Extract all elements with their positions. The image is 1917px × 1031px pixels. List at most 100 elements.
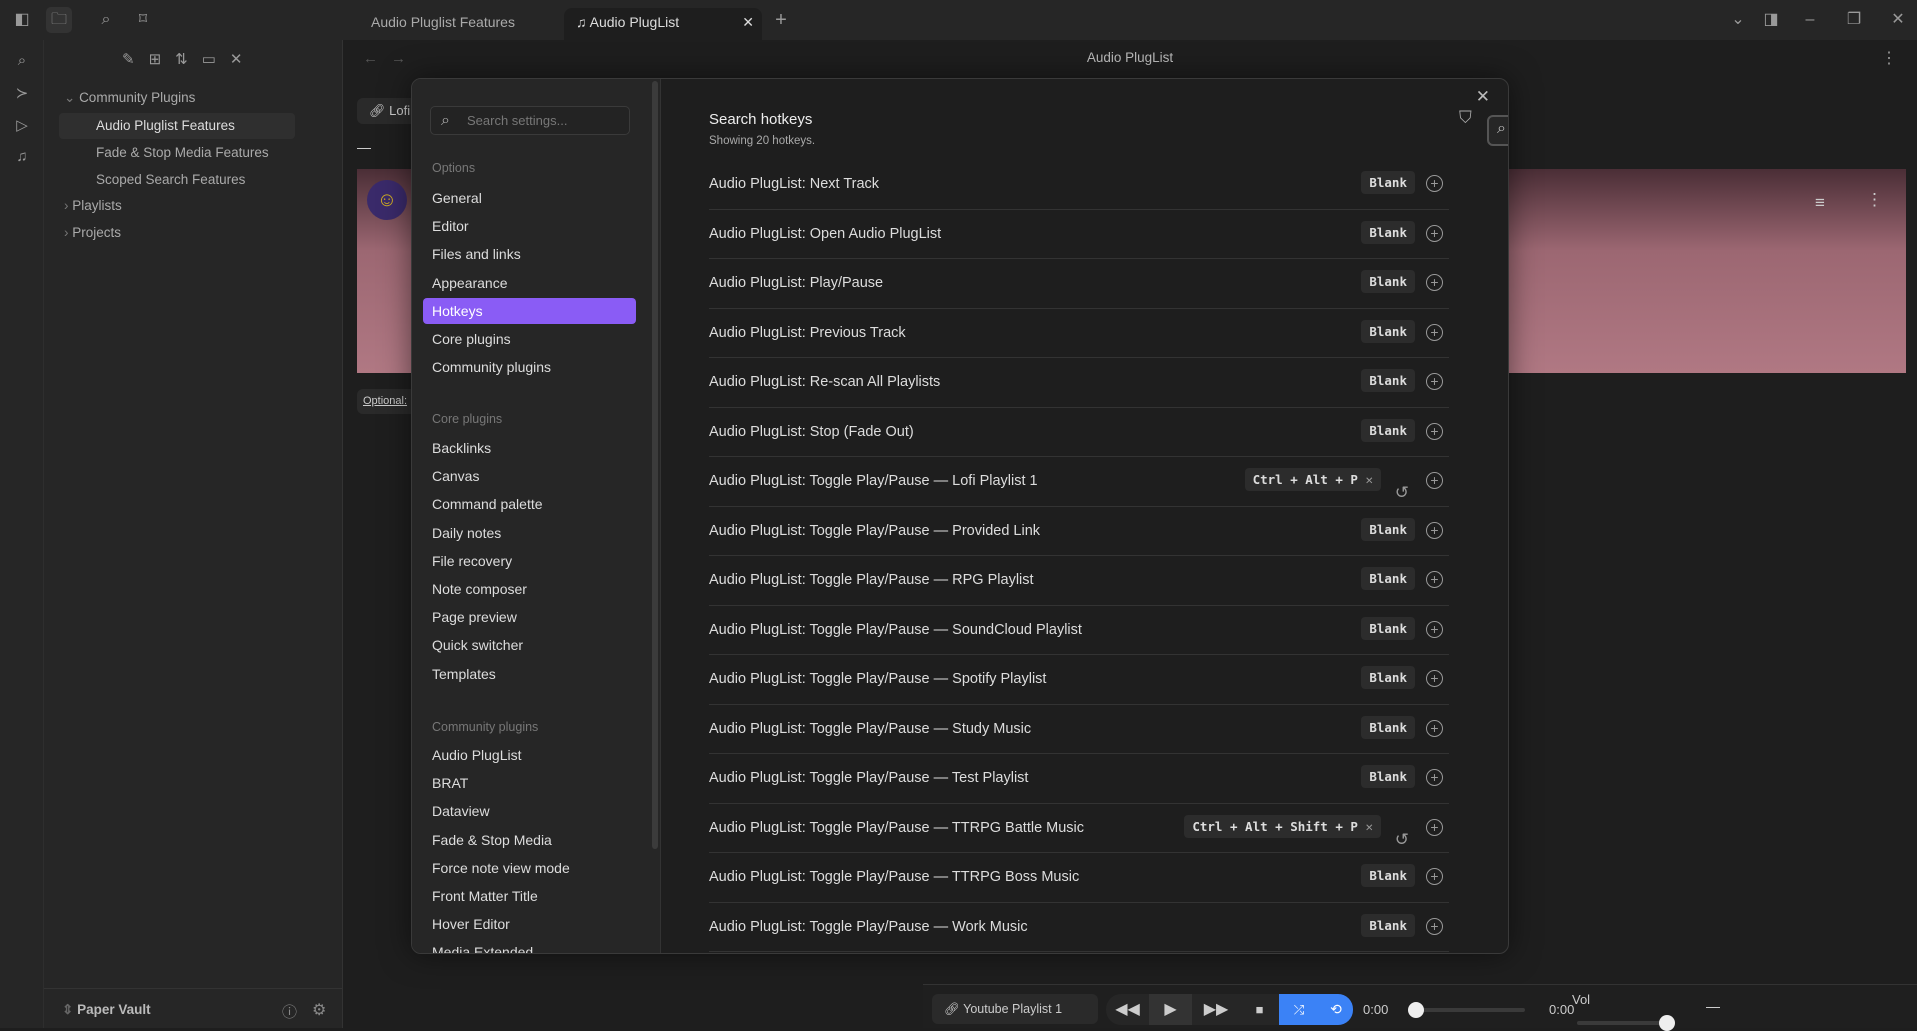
nav-item-file-recovery[interactable]: File recovery xyxy=(423,548,636,574)
hotkey-binding[interactable]: Blank xyxy=(1361,567,1415,590)
shuffle-icon[interactable]: ⤮ xyxy=(1279,994,1319,1025)
vault-switcher[interactable]: ⇕ Paper Vault xyxy=(62,1002,151,1018)
hotkey-binding[interactable]: Blank xyxy=(1361,616,1415,640)
nav-item-brat[interactable]: BRAT xyxy=(423,770,636,796)
repeat-icon[interactable]: ⟲ xyxy=(1319,994,1353,1025)
stop-icon[interactable]: ■ xyxy=(1240,994,1279,1025)
nav-item-daily-notes[interactable]: Daily notes xyxy=(423,520,636,546)
restore-icon[interactable]: ❐ xyxy=(1844,10,1864,30)
hotkey-binding[interactable]: Ctrl + Alt + Shift + P ✕ xyxy=(1184,814,1381,838)
nav-item-quick-switcher[interactable]: Quick switcher xyxy=(423,632,636,658)
search-icon[interactable]: ⌕ xyxy=(96,10,116,30)
new-note-icon[interactable]: ✎ xyxy=(122,50,135,68)
music-note-icon[interactable]: ♫ xyxy=(12,148,32,168)
add-hotkey-icon[interactable]: + xyxy=(1426,521,1443,539)
folder-projects[interactable]: › Projects xyxy=(64,220,121,246)
add-hotkey-icon[interactable]: + xyxy=(1426,472,1443,489)
add-hotkey-icon[interactable]: + xyxy=(1426,670,1443,687)
nav-item-hotkeys[interactable]: Hotkeys xyxy=(423,297,636,324)
more-options-icon[interactable]: ⋮ xyxy=(1881,48,1897,68)
play-icon[interactable]: ▷ xyxy=(12,116,32,136)
minimize-player-icon[interactable] xyxy=(1706,1007,1720,1008)
tab-audio-pluglist[interactable]: ♫ Audio PlugList ✕ xyxy=(564,8,762,40)
hotkey-binding[interactable]: Blank xyxy=(1361,369,1415,392)
nav-item-fade-stop-media[interactable]: Fade & Stop Media xyxy=(423,827,636,853)
terminal-icon[interactable]: ≻ xyxy=(12,84,32,104)
sidebar-toggle-icon[interactable]: ◧ xyxy=(12,10,32,30)
add-hotkey-icon[interactable]: + xyxy=(1426,620,1443,638)
nav-item-media-extended[interactable]: Media Extended xyxy=(423,939,636,953)
nav-item-canvas[interactable]: Canvas xyxy=(423,463,636,489)
queue-icon[interactable]: ≡ xyxy=(1815,193,1825,213)
more-options-icon[interactable]: ⋮ xyxy=(1866,190,1883,210)
add-hotkey-icon[interactable]: + xyxy=(1426,175,1443,192)
hotkey-binding[interactable]: Blank xyxy=(1361,765,1415,788)
hotkey-binding[interactable]: Blank xyxy=(1361,418,1415,442)
add-hotkey-icon[interactable]: + xyxy=(1426,422,1443,440)
hotkey-binding[interactable]: Blank xyxy=(1361,270,1415,293)
close-modal-icon[interactable]: ✕ xyxy=(1476,87,1490,107)
collapse-icon[interactable]: ▭ xyxy=(202,50,216,68)
add-hotkey-icon[interactable]: + xyxy=(1426,917,1443,935)
seek-handle[interactable] xyxy=(1408,1002,1424,1018)
nav-item-backlinks[interactable]: Backlinks xyxy=(423,435,636,461)
hotkey-binding[interactable]: Blank xyxy=(1361,171,1415,194)
nav-item-templates[interactable]: Templates xyxy=(423,661,636,687)
expand-collapse-icon[interactable]: ✕ xyxy=(230,50,243,68)
close-tab-icon[interactable]: ✕ xyxy=(742,8,754,36)
minimize-icon[interactable]: – xyxy=(1800,10,1820,30)
nav-item-editor[interactable]: Editor xyxy=(423,213,636,239)
add-hotkey-icon[interactable]: + xyxy=(1426,719,1443,737)
hotkey-binding[interactable]: Blank xyxy=(1361,220,1415,244)
hotkey-search-input[interactable]: ⌕ audio-pluglist ⌨ ✕ xyxy=(1487,115,1508,146)
settings-gear-icon[interactable]: ⚙ xyxy=(312,1000,326,1020)
hotkey-binding[interactable]: Blank xyxy=(1361,715,1415,739)
seek-slider[interactable] xyxy=(1408,1002,1525,1018)
hotkey-binding[interactable]: Blank xyxy=(1361,666,1415,689)
add-hotkey-icon[interactable]: + xyxy=(1426,224,1443,242)
remove-hotkey-icon[interactable]: ✕ xyxy=(1358,472,1373,487)
volume-handle[interactable] xyxy=(1659,1015,1675,1031)
search-icon[interactable]: ⌕ xyxy=(12,52,32,72)
close-window-icon[interactable]: ✕ xyxy=(1888,10,1908,30)
tab-audio-pluglist-features[interactable]: Audio Pluglist Features xyxy=(371,8,561,40)
play-icon[interactable]: ▶ xyxy=(1149,994,1192,1025)
folder-community-plugins[interactable]: ⌄ Community Plugins xyxy=(64,85,195,111)
volume-slider[interactable] xyxy=(1577,1015,1675,1031)
nav-item-note-composer[interactable]: Note composer xyxy=(423,576,636,602)
add-hotkey-icon[interactable]: + xyxy=(1426,818,1443,836)
filter-icon[interactable]: ⛉ xyxy=(1459,108,1472,128)
nav-item-front-matter-title[interactable]: Front Matter Title xyxy=(423,883,636,909)
nav-item-files-and-links[interactable]: Files and links xyxy=(423,241,636,267)
nav-item-core-plugins[interactable]: Core plugins xyxy=(423,326,636,352)
new-folder-icon[interactable]: ⊞ xyxy=(149,50,162,68)
settings-search-input[interactable]: ⌕ Search settings... xyxy=(430,106,630,135)
hotkey-binding[interactable]: Blank xyxy=(1361,913,1415,937)
right-sidebar-toggle-icon[interactable]: ◨ xyxy=(1761,10,1781,30)
new-tab-icon[interactable]: + xyxy=(771,10,791,30)
remove-hotkey-icon[interactable]: ✕ xyxy=(1358,819,1373,834)
hotkey-binding[interactable]: Blank xyxy=(1361,319,1415,343)
bookmark-icon[interactable]: ⌑ xyxy=(133,10,153,30)
add-hotkey-icon[interactable]: + xyxy=(1426,868,1443,885)
file-fade-stop-media-features[interactable]: Fade & Stop Media Features xyxy=(96,140,269,166)
file-audio-pluglist-features[interactable]: Audio Pluglist Features xyxy=(96,113,235,139)
add-hotkey-icon[interactable]: + xyxy=(1426,373,1443,390)
hotkey-binding[interactable]: Blank xyxy=(1361,517,1415,541)
add-hotkey-icon[interactable]: + xyxy=(1426,571,1443,588)
chevron-down-icon[interactable]: ⌄ xyxy=(1728,10,1748,30)
nav-item-audio-pluglist[interactable]: Audio PlugList xyxy=(423,742,636,768)
nav-item-page-preview[interactable]: Page preview xyxy=(423,604,636,630)
hotkey-binding[interactable]: Blank xyxy=(1361,864,1415,887)
nav-item-appearance[interactable]: Appearance xyxy=(423,270,636,296)
previous-icon[interactable]: ◀◀ xyxy=(1106,994,1149,1025)
add-hotkey-icon[interactable]: + xyxy=(1426,274,1443,291)
nav-item-command-palette[interactable]: Command palette xyxy=(423,491,636,517)
nav-item-community-plugins[interactable]: Community plugins xyxy=(423,354,636,380)
file-scoped-search-features[interactable]: Scoped Search Features xyxy=(96,167,245,193)
folder-playlists[interactable]: › Playlists xyxy=(64,193,122,219)
nav-item-hover-editor[interactable]: Hover Editor xyxy=(423,911,636,937)
add-hotkey-icon[interactable]: + xyxy=(1426,323,1443,341)
nav-item-general[interactable]: General xyxy=(423,185,636,211)
nav-scrollbar[interactable] xyxy=(652,81,658,849)
